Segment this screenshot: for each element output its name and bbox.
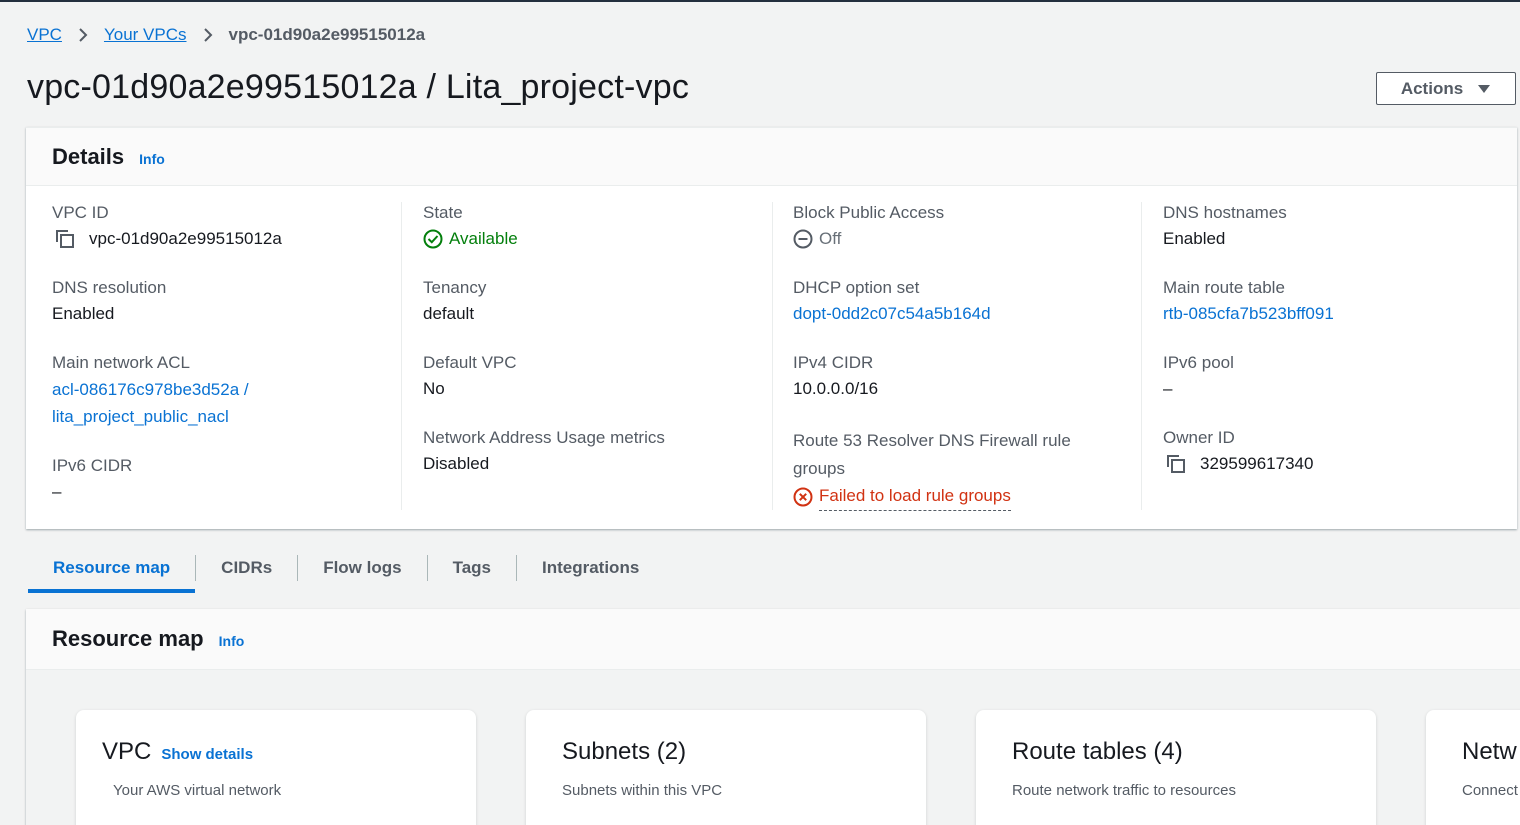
tab-flow-logs[interactable]: Flow logs <box>298 542 426 593</box>
card-title: VPC <box>102 738 152 765</box>
actions-label: Actions <box>1400 78 1464 98</box>
resource-map-panel: Resource map Info VPC Show details Your … <box>26 609 1520 825</box>
caret-down-icon <box>1477 79 1491 99</box>
default-vpc-value: No <box>423 379 445 398</box>
field-dns-resolution: DNS resolution Enabled <box>52 277 166 327</box>
field-label: IPv6 CIDR <box>52 456 133 475</box>
field-state: State Available <box>423 202 518 252</box>
tenancy-value: default <box>423 304 475 323</box>
dns-resolution-value: Enabled <box>52 304 115 323</box>
field-label: Main route table <box>1163 278 1285 297</box>
details-info-link[interactable]: Info <box>139 151 165 167</box>
field-dns-hostnames: DNS hostnames Enabled <box>1163 202 1287 252</box>
dns-firewall-label-line1: Route 53 Resolver DNS Firewall rule <box>793 431 1071 450</box>
resource-card-vpc: VPC Show details Your AWS virtual networ… <box>76 710 476 825</box>
field-ipv4-cidr: IPv4 CIDR 10.0.0.0/16 <box>793 352 878 402</box>
breadcrumb-current: vpc-01d90a2e99515012a <box>228 25 426 44</box>
field-block-public-access: Block Public Access Off <box>793 202 944 252</box>
resource-card-network-connections: Netw Connect <box>1426 710 1520 825</box>
field-label: DNS hostnames <box>1163 203 1287 222</box>
tab-cidrs[interactable]: CIDRs <box>196 542 297 593</box>
card-subtitle: Subnets within this VPC <box>562 782 723 799</box>
dhcp-option-set-link[interactable]: dopt-0dd2c07c54a5b164d <box>793 301 991 327</box>
breadcrumb: VPC Your VPCs vpc-01d90a2e99515012a <box>27 25 425 45</box>
field-label: DNS resolution <box>52 278 167 297</box>
ipv6-cidr-value: – <box>52 482 62 501</box>
card-subtitle: Route network traffic to resources <box>1012 782 1236 799</box>
vpc-id-value: vpc-01d90a2e99515012a <box>89 229 282 248</box>
field-label: IPv6 pool <box>1163 353 1234 372</box>
field-label: Route 53 Resolver DNS Firewall rule grou… <box>793 427 1071 483</box>
field-dhcp-option-set: DHCP option set dopt-0dd2c07c54a5b164d <box>793 277 991 327</box>
card-subtitle: Your AWS virtual network <box>113 782 282 799</box>
field-label: VPC ID <box>52 203 109 222</box>
field-label: Block Public Access <box>793 203 945 222</box>
copy-icon[interactable] <box>1166 454 1186 474</box>
chevron-right-icon <box>203 27 213 43</box>
field-label: Default VPC <box>423 353 517 372</box>
resource-map-header: Resource map Info <box>26 609 1520 670</box>
main-route-table-link[interactable]: rtb-085cfa7b523bff091 <box>1163 301 1334 327</box>
page-title: vpc-01d90a2e99515012a / Lita_project-vpc <box>27 68 690 106</box>
field-label: Main network ACL <box>52 353 190 372</box>
state-value: Available <box>449 229 518 248</box>
tab-tags[interactable]: Tags <box>428 542 516 593</box>
field-label: IPv4 CIDR <box>793 353 874 372</box>
block-public-access-value: Off <box>819 229 842 248</box>
details-header: Details Info <box>26 128 1517 186</box>
dns-hostnames-value: Enabled <box>1163 229 1226 248</box>
dns-firewall-label-line2: groups <box>793 459 845 478</box>
tab-bar: Resource map CIDRs Flow logs Tags Integr… <box>28 542 664 593</box>
copy-icon[interactable] <box>55 229 75 249</box>
details-title: Details <box>52 143 125 169</box>
nau-metrics-value: Disabled <box>423 454 490 473</box>
minus-circle-icon <box>793 229 813 249</box>
field-label: Network Address Usage metrics <box>423 428 665 447</box>
field-dns-firewall: Route 53 Resolver DNS Firewall rule grou… <box>793 427 1071 511</box>
main-acl-link-line2: lita_project_public_nacl <box>52 407 229 426</box>
card-title: Subnets (2) <box>562 738 687 765</box>
field-label: Tenancy <box>423 278 487 297</box>
resource-map-canvas: VPC Show details Your AWS virtual networ… <box>26 670 1520 825</box>
resource-map-info-link[interactable]: Info <box>219 633 245 649</box>
error-circle-icon <box>793 487 813 507</box>
tab-integrations[interactable]: Integrations <box>517 542 664 593</box>
field-label: DHCP option set <box>793 278 920 297</box>
field-ipv6-pool: IPv6 pool – <box>1163 352 1234 402</box>
chevron-right-icon <box>78 27 88 43</box>
field-tenancy: Tenancy default <box>423 277 486 327</box>
tab-resource-map[interactable]: Resource map <box>28 542 196 593</box>
main-acl-link-line1: acl-086176c978be3d52a / <box>52 380 249 399</box>
card-title: Netw <box>1462 738 1517 765</box>
field-default-vpc: Default VPC No <box>423 352 517 402</box>
ipv4-cidr-value: 10.0.0.0/16 <box>793 379 879 398</box>
ipv6-pool-value: – <box>1163 379 1173 398</box>
owner-id-value: 329599617340 <box>1200 454 1314 473</box>
show-details-link[interactable]: Show details <box>161 746 253 763</box>
main-acl-link[interactable]: acl-086176c978be3d52a / lita_project_pub… <box>52 376 249 430</box>
breadcrumb-your-vpcs-link[interactable]: Your VPCs <box>104 25 187 45</box>
field-main-route-table: Main route table rtb-085cfa7b523bff091 <box>1163 277 1334 327</box>
check-circle-icon <box>423 229 443 249</box>
field-owner-id: Owner ID 329599617340 <box>1163 427 1313 477</box>
field-main-network-acl: Main network ACL acl-086176c978be3d52a /… <box>52 352 249 430</box>
card-subtitle: Connect <box>1462 782 1518 799</box>
actions-button[interactable]: Actions <box>1376 72 1516 105</box>
card-title: Route tables (4) <box>1012 738 1183 765</box>
field-nau-metrics: Network Address Usage metrics Disabled <box>423 427 665 477</box>
resource-card-route-tables: Route tables (4) Route network traffic t… <box>976 710 1376 825</box>
field-ipv6-cidr: IPv6 CIDR – <box>52 455 132 505</box>
field-label: State <box>423 203 463 222</box>
field-label: Owner ID <box>1163 428 1235 447</box>
field-vpc-id: VPC ID vpc-01d90a2e99515012a <box>52 202 282 252</box>
resource-map-title: Resource map <box>52 626 204 651</box>
details-panel: Details Info VPC ID vpc-01d90a2e99515012… <box>26 127 1517 529</box>
dns-firewall-error[interactable]: Failed to load rule groups <box>819 483 1011 511</box>
breadcrumb-vpc-link[interactable]: VPC <box>27 25 62 45</box>
resource-card-subnets: Subnets (2) Subnets within this VPC <box>526 710 926 825</box>
